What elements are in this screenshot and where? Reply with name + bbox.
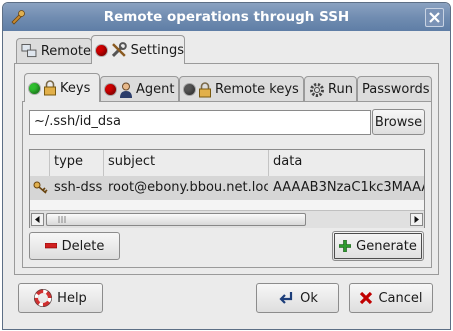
tab-run-label: Run	[328, 82, 353, 97]
generate-button[interactable]: Generate	[332, 231, 424, 261]
tab-agent-label: Agent	[136, 82, 175, 97]
scrollbar-thumb[interactable]	[46, 213, 306, 226]
key-icon	[33, 181, 48, 194]
key-cell	[30, 176, 50, 200]
browse-button[interactable]: Browse	[372, 109, 425, 135]
title-bar[interactable]: Remote operations through SSH	[3, 3, 450, 31]
agent-icon	[120, 82, 132, 98]
column-header-type[interactable]: type	[50, 150, 104, 176]
plus-icon	[339, 240, 352, 252]
column-header-icon[interactable]	[30, 150, 50, 176]
tab-settings[interactable]: Settings	[91, 35, 185, 64]
lock-icon	[199, 81, 211, 97]
status-red-icon	[96, 44, 107, 56]
gear-icon	[310, 82, 324, 97]
keys-table[interactable]: type subject data ssh-dss root@ebony.bbo…	[29, 149, 425, 228]
table-header: type subject data	[30, 150, 424, 177]
cell-type: ssh-dss	[50, 176, 104, 200]
tab-passwords[interactable]: Passwords	[357, 76, 432, 102]
tab-keys[interactable]: Keys	[24, 73, 100, 102]
cancel-button-label: Cancel	[378, 290, 423, 306]
cell-subject: root@ebony.bbou.net.local	[104, 176, 269, 200]
lock-icon	[44, 80, 56, 96]
tab-settings-label: Settings	[130, 42, 184, 58]
browse-button-label: Browse	[374, 114, 423, 130]
enter-arrow-icon	[279, 292, 293, 304]
column-header-data[interactable]: data	[269, 150, 424, 176]
tab-agent[interactable]: Agent	[100, 76, 179, 102]
horizontal-scrollbar[interactable]	[30, 210, 424, 228]
generate-button-label: Generate	[356, 238, 417, 254]
tab-keys-label: Keys	[60, 80, 91, 96]
network-icon	[21, 43, 37, 58]
cell-data: AAAAB3NzaC1kc3MAAA	[273, 180, 424, 195]
tab-remote-keys-label: Remote keys	[215, 82, 299, 97]
help-button-label: Help	[57, 290, 87, 306]
cancel-button[interactable]: Cancel	[349, 283, 433, 313]
tools-icon	[111, 42, 127, 57]
key-file-input[interactable]: ~/.ssh/id_dsa	[29, 110, 371, 135]
lifebuoy-icon	[34, 289, 53, 307]
tab-remote[interactable]: Remote	[16, 38, 92, 63]
arrow-left-icon	[35, 216, 40, 223]
close-button[interactable]	[425, 8, 444, 27]
arrow-right-icon	[414, 216, 419, 223]
status-gray-icon	[184, 84, 195, 95]
ok-button[interactable]: Ok	[256, 283, 339, 313]
table-row[interactable]: ssh-dss root@ebony.bbou.net.local AAAAB3…	[30, 176, 424, 200]
tab-remote-label: Remote	[40, 43, 91, 59]
dialog-window: Remote operations through SSH Remote Set…	[2, 2, 451, 330]
window-title: Remote operations through SSH	[103, 9, 350, 25]
status-red-icon	[105, 84, 116, 95]
ok-button-label: Ok	[300, 290, 318, 306]
scroll-right-button[interactable]	[410, 213, 423, 226]
minus-icon	[44, 243, 57, 249]
tab-passwords-label: Passwords	[362, 82, 430, 97]
delete-button-label: Delete	[61, 238, 105, 254]
grip-icon	[58, 216, 66, 223]
cancel-x-icon	[360, 291, 373, 305]
help-button[interactable]: Help	[18, 283, 103, 313]
column-header-subject[interactable]: subject	[104, 150, 269, 176]
tab-run[interactable]: Run	[304, 76, 357, 102]
delete-button[interactable]: Delete	[29, 232, 120, 260]
status-green-icon	[29, 82, 40, 94]
scroll-left-button[interactable]	[31, 213, 44, 226]
close-icon	[429, 12, 440, 23]
tab-remote-keys[interactable]: Remote keys	[179, 76, 304, 102]
